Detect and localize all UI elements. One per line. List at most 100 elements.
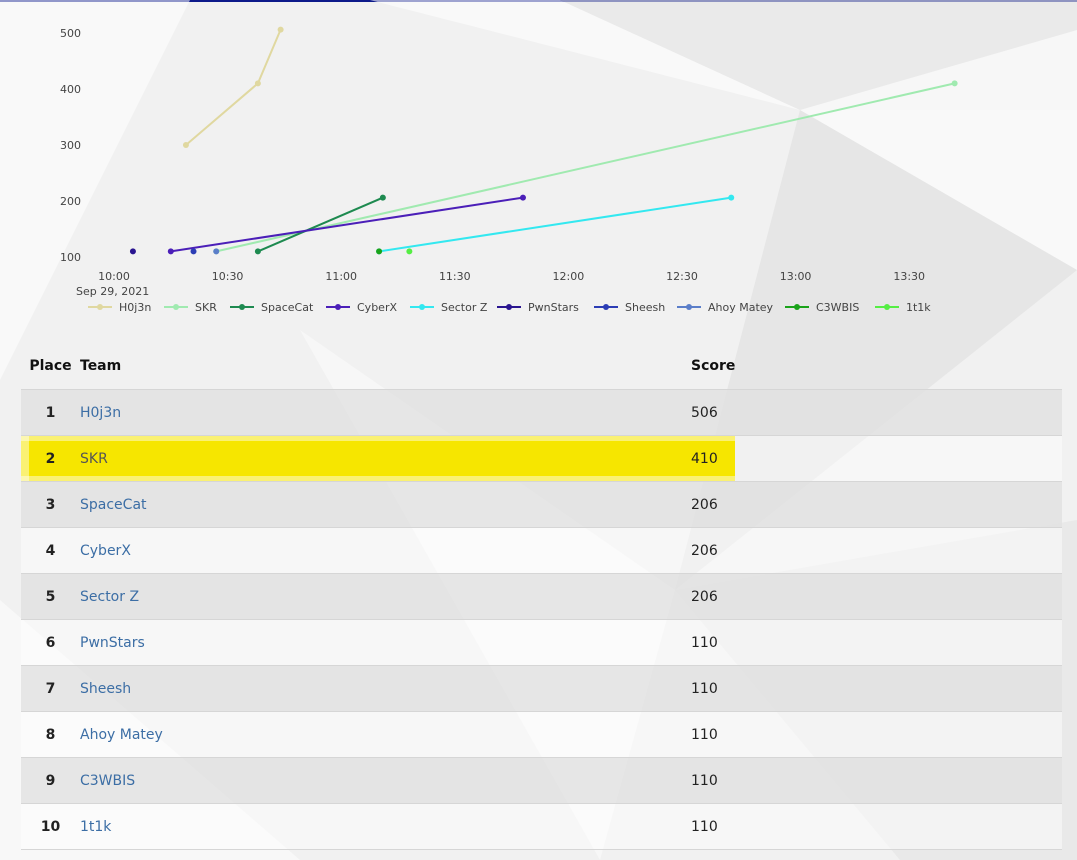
table-row: 4 CyberX 206	[21, 527, 1062, 574]
legend-label: SKR	[195, 301, 217, 314]
team-cell: CyberX	[80, 527, 691, 574]
row-spacer	[735, 665, 1062, 712]
table-row: 7 Sheesh 110	[21, 665, 1062, 712]
y-axis: 100 200 300 400 500	[60, 27, 81, 264]
table-row: 9 C3WBIS 110	[21, 757, 1062, 804]
y-tick-label: 100	[60, 251, 81, 264]
legend-label: Sheesh	[625, 301, 665, 314]
series-cyberx	[167, 194, 526, 255]
column-header-score: Score	[691, 343, 736, 390]
legend-item[interactable]: H0j3n	[88, 301, 151, 314]
team-cell: PwnStars	[80, 619, 691, 666]
legend-swatch-dot	[603, 304, 609, 310]
team-cell: 1t1k	[80, 803, 691, 850]
legend-swatch-dot	[686, 304, 692, 310]
place-cell: 10	[21, 803, 80, 850]
place-cell: 5	[21, 573, 80, 620]
legend-item[interactable]: C3WBIS	[785, 301, 859, 314]
x-axis-date-label: Sep 29, 2021	[76, 285, 149, 298]
legend-swatch-dot	[794, 304, 800, 310]
data-point	[277, 26, 284, 33]
legend-label: CyberX	[357, 301, 397, 314]
team-cell: Ahoy Matey	[80, 711, 691, 758]
x-tick-label: 10:30	[212, 270, 244, 283]
x-tick-label: 13:30	[893, 270, 925, 283]
data-point	[379, 194, 386, 201]
score-cell: 110	[691, 619, 736, 666]
team-cell: Sector Z	[80, 573, 691, 620]
score-cell: 506	[691, 389, 736, 436]
place-cell: 6	[21, 619, 80, 666]
legend-item[interactable]: SKR	[164, 301, 217, 314]
data-point	[951, 80, 958, 87]
x-tick-label: 11:00	[325, 270, 357, 283]
place-cell: 2	[21, 435, 80, 482]
legend-swatch-dot	[884, 304, 890, 310]
series-line	[257, 196, 384, 253]
team-link[interactable]: Sheesh	[80, 681, 131, 697]
place-cell: 4	[21, 527, 80, 574]
legend-label: Sector Z	[441, 301, 488, 314]
legend-label: 1t1k	[906, 301, 931, 314]
team-link[interactable]: Ahoy Matey	[80, 727, 163, 743]
table-row: 8 Ahoy Matey 110	[21, 711, 1062, 758]
legend-swatch-dot	[239, 304, 245, 310]
table-row: 1 H0j3n 506	[21, 389, 1062, 436]
score-cell: 110	[691, 665, 736, 712]
legend-item[interactable]: SpaceCat	[230, 301, 314, 314]
team-link[interactable]: Sector Z	[80, 589, 139, 605]
legend-item[interactable]: CyberX	[326, 301, 397, 314]
legend-label: SpaceCat	[261, 301, 314, 314]
row-spacer	[735, 757, 1062, 804]
team-link[interactable]: PwnStars	[80, 635, 145, 651]
team-link[interactable]: CyberX	[80, 543, 131, 559]
chart-legend[interactable]: H0j3n SKR SpaceCat CyberX Sector Z PwnStars Sh…	[88, 301, 931, 314]
legend-swatch-dot	[173, 304, 179, 310]
team-cell: Sheesh	[80, 665, 691, 712]
x-tick-label: 12:30	[666, 270, 698, 283]
legend-item[interactable]: Ahoy Matey	[677, 301, 774, 314]
scoreboard-table: Place Team Score 1 H0j3n 506 2 SKR 410 3 SpaceC…	[21, 343, 1062, 850]
legend-item[interactable]: PwnStars	[497, 301, 579, 314]
data-point	[213, 248, 220, 255]
row-spacer	[735, 481, 1062, 528]
score-cell: 110	[691, 711, 736, 758]
score-cell: 206	[691, 573, 736, 620]
team-cell: C3WBIS	[80, 757, 691, 804]
y-tick-label: 300	[60, 139, 81, 152]
legend-item[interactable]: Sheesh	[594, 301, 665, 314]
row-spacer	[735, 389, 1062, 436]
series-c3wbis	[376, 248, 383, 255]
team-link[interactable]: C3WBIS	[80, 773, 135, 789]
score-cell: 206	[691, 527, 736, 574]
series-line	[185, 29, 282, 146]
team-link[interactable]: 1t1k	[80, 819, 111, 835]
team-link[interactable]: SpaceCat	[80, 497, 147, 513]
score-cell: 110	[691, 757, 736, 804]
data-point	[728, 194, 735, 201]
team-link[interactable]: SKR	[80, 451, 108, 467]
row-spacer	[735, 803, 1062, 850]
row-spacer	[735, 435, 1062, 482]
table-row: 10 1t1k 110	[21, 803, 1062, 850]
place-cell: 8	[21, 711, 80, 758]
row-spacer	[735, 573, 1062, 620]
x-tick-label: 11:30	[439, 270, 471, 283]
score-cell: 110	[691, 803, 736, 850]
legend-item[interactable]: 1t1k	[875, 301, 931, 314]
score-chart: 100 200 300 400 500 10:00 10:30 11:00 11:30 12:0…	[60, 26, 958, 314]
data-point	[406, 248, 413, 255]
data-point	[376, 248, 383, 255]
table-row: 3 SpaceCat 206	[21, 481, 1062, 528]
table-row: 2 SKR 410	[21, 435, 1062, 482]
legend-swatch-dot	[506, 304, 512, 310]
team-link[interactable]: H0j3n	[80, 405, 121, 421]
column-header-place: Place	[21, 343, 80, 390]
y-tick-label: 200	[60, 195, 81, 208]
legend-item[interactable]: Sector Z	[410, 301, 488, 314]
row-spacer	[735, 619, 1062, 666]
data-point	[190, 248, 197, 255]
place-cell: 7	[21, 665, 80, 712]
data-point	[129, 248, 136, 255]
legend-swatch-dot	[419, 304, 425, 310]
